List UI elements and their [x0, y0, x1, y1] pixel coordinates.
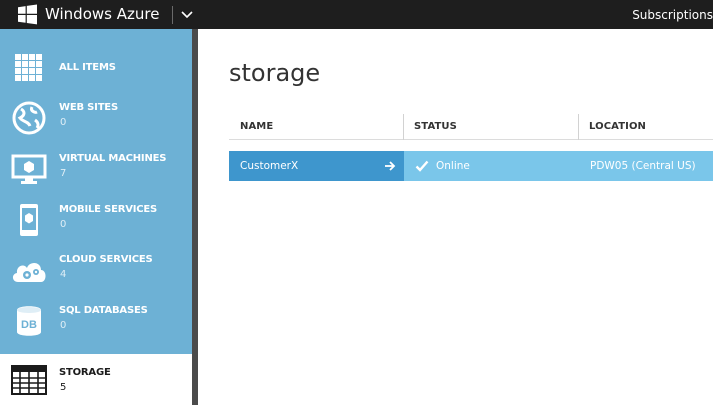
subscriptions-link[interactable]: Subscriptions [632, 8, 713, 22]
grid-icon [15, 54, 42, 81]
status-text: Online [436, 160, 470, 172]
sidebar-item-label: MOBILE SERVICES [59, 204, 158, 215]
sidebar-item-virtual-machines[interactable]: VIRTUAL MACHINES 7 [0, 142, 192, 193]
arrow-right-icon[interactable] [384, 160, 396, 172]
sidebar-item-count: 0 [60, 320, 67, 331]
table-header: NAME STATUS LOCATION [229, 114, 713, 140]
brand-title[interactable]: Windows Azure [45, 5, 159, 23]
sidebar-item-mobile-services[interactable]: MOBILE SERVICES 0 [0, 193, 192, 244]
location-text: PDW05 (Central US) [590, 160, 696, 172]
chevron-down-icon[interactable] [179, 6, 195, 24]
name-cell[interactable]: CustomerX [229, 151, 404, 181]
sidebar-item-count: 7 [60, 168, 67, 179]
table-icon [11, 365, 47, 395]
sidebar-item-label: WEB SITES [59, 102, 118, 113]
sidebar-item-sql-databases[interactable]: DB SQL DATABASES 0 [0, 294, 192, 345]
sidebar-item-cloud-services[interactable]: CLOUD SERVICES 4 [0, 243, 192, 294]
sidebar-scrollbar[interactable] [192, 29, 198, 405]
sidebar-item-count: 4 [60, 269, 67, 280]
storage-name[interactable]: CustomerX [240, 160, 298, 172]
sidebar-item-label: STORAGE [59, 367, 111, 378]
column-header-name[interactable]: NAME [240, 121, 273, 132]
topbar-divider [172, 6, 173, 24]
phone-icon [20, 204, 38, 236]
sidebar-item-count: 0 [60, 219, 67, 230]
checkmark-icon [415, 160, 429, 172]
globe-icon [12, 101, 46, 135]
windows-logo-icon[interactable] [17, 4, 38, 25]
database-icon: DB [17, 306, 41, 336]
top-bar: Windows Azure Subscriptions [0, 0, 713, 29]
column-divider [403, 114, 404, 140]
sidebar: ALL ITEMS WEB SITES 0 VIRTUAL MACHINES 7… [0, 29, 192, 405]
sidebar-item-count: 0 [60, 117, 67, 128]
sidebar-item-storage[interactable]: STORAGE 5 [0, 354, 192, 405]
column-header-status[interactable]: STATUS [414, 121, 457, 132]
column-divider [578, 114, 579, 140]
sidebar-item-label: CLOUD SERVICES [59, 254, 153, 265]
column-header-location[interactable]: LOCATION [589, 121, 646, 132]
svg-text:DB: DB [21, 319, 37, 331]
page-title: storage [229, 59, 321, 87]
sidebar-item-label: ALL ITEMS [59, 62, 116, 73]
monitor-icon [11, 154, 47, 184]
table-row[interactable]: CustomerX Online PDW05 (Central US) [229, 151, 713, 181]
sidebar-item-web-sites[interactable]: WEB SITES 0 [0, 91, 192, 142]
sidebar-item-count: 5 [60, 382, 67, 393]
sidebar-item-label: SQL DATABASES [59, 305, 148, 316]
sidebar-item-all-items[interactable]: ALL ITEMS [0, 41, 192, 92]
sidebar-item-label: VIRTUAL MACHINES [59, 153, 167, 164]
cloud-gears-icon [12, 262, 46, 282]
